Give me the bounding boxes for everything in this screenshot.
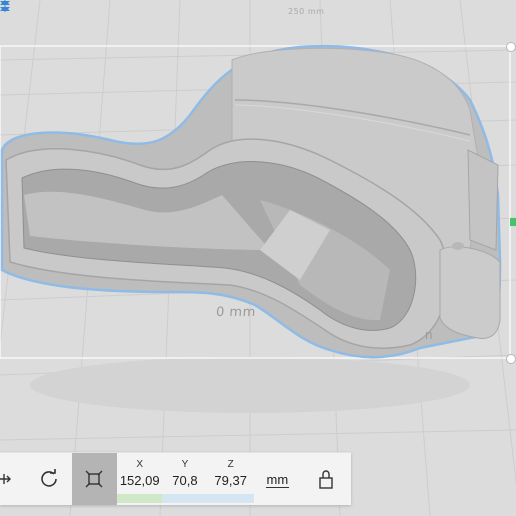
bed-front-label-fragment: n [425, 328, 434, 342]
unit-label: mm [265, 472, 290, 488]
axis-z-label: Z [227, 459, 234, 470]
move-icon [0, 474, 11, 484]
axis-x-bar [117, 494, 163, 503]
axis-z-value[interactable]: 79,37 [208, 473, 254, 488]
scale-tool-button[interactable] [71, 453, 118, 505]
axis-x-value[interactable]: 152,09 [117, 473, 162, 488]
scale-arrow-down-icon[interactable] [0, 0, 10, 12]
scale-icon [85, 470, 103, 488]
lock-icon [319, 470, 333, 489]
transform-toolbar: X 152,09 Y 70,8 Z 79,37 mm [0, 452, 351, 505]
move-tool-button[interactable] [0, 453, 26, 505]
axis-y-value[interactable]: 70,8 [162, 473, 208, 488]
dimension-y-field[interactable]: Y 70,8 [162, 453, 208, 505]
axis-y-label: Y [181, 459, 189, 470]
y-axis-indicator [510, 218, 516, 226]
bed-top-dimension-label: 250 mm [288, 7, 325, 16]
dimension-x-field[interactable]: X 152,09 [117, 453, 163, 505]
rotate-tool-button[interactable] [26, 453, 72, 505]
dimension-z-field[interactable]: Z 79,37 [207, 453, 254, 505]
axis-y-bar [162, 494, 208, 503]
unit-selector[interactable]: mm [254, 453, 302, 505]
rotate-icon [40, 469, 57, 487]
lock-proportions-button[interactable] [301, 453, 351, 505]
bounding-box-handle-bottom-right[interactable] [506, 354, 516, 364]
model-reflection [30, 357, 470, 413]
axis-x-label: X [136, 459, 144, 470]
3d-viewport[interactable]: 250 mm 0 mm n [0, 0, 516, 516]
model-tab [439, 246, 501, 339]
bounding-box-handle-top-right[interactable] [506, 42, 516, 52]
axis-z-bar [207, 494, 254, 503]
build-plate-scene [0, 0, 516, 516]
bed-front-dimension-label: 0 mm [215, 305, 257, 320]
